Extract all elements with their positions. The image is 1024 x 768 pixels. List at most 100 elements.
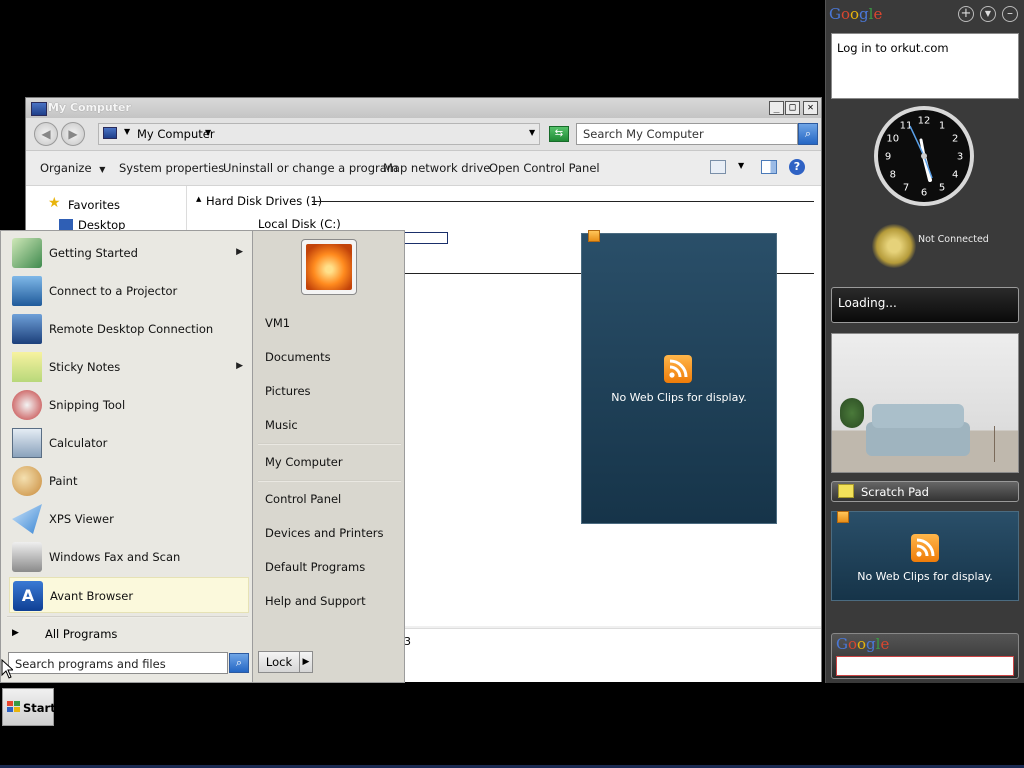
program-avant-browser[interactable]: A Avant Browser [9, 577, 249, 613]
forward-button[interactable]: ▶ [61, 122, 85, 146]
add-gadget-icon[interactable]: + [958, 6, 974, 22]
start-search-placeholder: Search programs and files [15, 657, 166, 671]
places-music[interactable]: Music [265, 418, 298, 432]
nav-favorites[interactable]: Favorites [68, 198, 120, 212]
google-logo-letter: o [840, 5, 851, 23]
program-fax-scan[interactable]: Windows Fax and Scan [9, 539, 249, 575]
address-bar: ◀ ▶ ▼ My Computer ▼ ▼ ⇆ Search My Comput… [26, 118, 821, 151]
chevron-down-icon[interactable]: ▼ [205, 128, 211, 137]
back-button[interactable]: ◀ [34, 122, 58, 146]
start-search-input[interactable]: Search programs and files [8, 652, 228, 674]
places-default-programs[interactable]: Default Programs [265, 560, 365, 574]
program-xps-viewer[interactable]: XPS Viewer [9, 501, 249, 537]
orkut-login-link[interactable]: Log in to orkut.com [837, 41, 949, 55]
web-clips-gadget[interactable]: No Web Clips for display. [581, 230, 777, 524]
local-disk-label[interactable]: Local Disk (C:) [258, 217, 341, 231]
user-avatar[interactable] [301, 239, 357, 295]
address-dropdown-icon[interactable]: ▼ [529, 128, 535, 137]
sidebar-web-clips-gadget[interactable]: No Web Clips for display. [831, 511, 1019, 601]
avant-browser-icon: A [13, 581, 43, 611]
places-pictures[interactable]: Pictures [265, 384, 311, 398]
start-menu-programs-pane: Getting Started ▶ Connect to a Projector… [0, 230, 253, 683]
places-my-computer[interactable]: My Computer [265, 455, 343, 469]
program-getting-started[interactable]: Getting Started ▶ [9, 235, 249, 271]
window-titlebar[interactable]: My Computer _ □ ✕ [26, 98, 821, 118]
xps-viewer-icon [12, 504, 42, 534]
help-icon[interactable]: ? [789, 159, 805, 175]
google-logo-letter: G [829, 5, 841, 23]
clock-number: 2 [952, 134, 958, 145]
program-label: Windows Fax and Scan [49, 550, 181, 564]
places-devices-printers[interactable]: Devices and Printers [265, 526, 384, 540]
flower-picture-icon [306, 244, 352, 290]
photo-gadget[interactable] [831, 333, 1019, 473]
program-label: Snipping Tool [49, 398, 126, 412]
uninstall-program-button[interactable]: Uninstall or change a program [223, 161, 398, 175]
command-bar: Organize ▼ System properties Uninstall o… [26, 151, 821, 186]
preview-pane-icon[interactable] [761, 160, 777, 174]
rss-icon [911, 534, 939, 562]
organize-button[interactable]: Organize ▼ [40, 161, 105, 175]
rss-small-icon [837, 511, 849, 523]
map-network-drive-button[interactable]: Map network drive [383, 161, 490, 175]
system-properties-button[interactable]: System properties [119, 161, 224, 175]
programs-separator [7, 616, 248, 618]
start-menu: Getting Started ▶ Connect to a Projector… [0, 230, 405, 683]
program-label: Getting Started [49, 246, 138, 260]
address-field[interactable]: ▼ My Computer ▼ ▼ [98, 123, 540, 145]
section-divider [312, 201, 814, 202]
view-dropdown-icon[interactable]: ▼ [738, 161, 744, 170]
all-programs-button[interactable]: ▶ All Programs [9, 623, 249, 645]
program-label: Connect to a Projector [49, 284, 178, 298]
program-label: Paint [49, 474, 78, 488]
clock-number: 10 [886, 134, 899, 145]
places-documents[interactable]: Documents [265, 350, 331, 364]
clock-number: 7 [903, 183, 909, 194]
google-logo-letter: G [836, 635, 848, 653]
scratch-pad-gadget[interactable]: Scratch Pad [831, 481, 1019, 502]
program-label: Remote Desktop Connection [49, 322, 214, 336]
minimize-button[interactable]: _ [769, 101, 784, 115]
computer-icon [103, 127, 117, 139]
start-menu-places-pane: VM1 Documents Pictures Music My Computer… [253, 230, 405, 683]
google-logo-letter: o [857, 635, 867, 653]
start-button[interactable]: Start [2, 688, 56, 726]
plant-picture-icon [840, 398, 864, 428]
program-paint[interactable]: Paint [9, 463, 249, 499]
program-calculator[interactable]: Calculator [9, 425, 249, 461]
minimize-sidebar-icon[interactable]: – [1002, 6, 1018, 22]
menu-dropdown-icon[interactable]: ▼ [980, 6, 996, 22]
mouse-cursor-icon [1, 658, 15, 682]
breadcrumb-chevron-icon[interactable]: ▼ [124, 127, 130, 136]
places-control-panel[interactable]: Control Panel [265, 492, 341, 506]
maximize-button[interactable]: □ [785, 101, 800, 115]
shutdown-options-arrow-icon[interactable]: ▶ [299, 651, 313, 673]
open-control-panel-button[interactable]: Open Control Panel [489, 161, 600, 175]
program-label: Calculator [49, 436, 108, 450]
program-connect-projector[interactable]: Connect to a Projector [9, 273, 249, 309]
breadcrumb-my-computer[interactable]: My Computer [137, 127, 215, 141]
orkut-gadget[interactable]: Log in to orkut.com [831, 33, 1019, 99]
search-icon[interactable]: ⌕ [798, 123, 818, 145]
program-snipping-tool[interactable]: Snipping Tool [9, 387, 249, 423]
windows-logo-icon [7, 701, 21, 713]
google-logo-letter: e [880, 635, 890, 653]
google-search-input[interactable] [836, 656, 1014, 676]
clock-number: 12 [918, 116, 931, 127]
desktop-icon [59, 219, 73, 230]
search-input[interactable]: Search My Computer [576, 123, 798, 145]
refresh-icon[interactable]: ⇆ [549, 126, 569, 142]
collapse-icon[interactable]: ▲ [196, 195, 201, 203]
program-remote-desktop[interactable]: Remote Desktop Connection [9, 311, 249, 347]
search-icon[interactable]: ⌕ [229, 653, 249, 673]
computer-icon [31, 102, 47, 116]
details-text: 3 [404, 635, 411, 648]
lock-button[interactable]: Lock [258, 651, 300, 673]
paint-icon [12, 466, 42, 496]
program-sticky-notes[interactable]: Sticky Notes ▶ [9, 349, 249, 385]
view-options-icon[interactable] [710, 160, 726, 174]
places-vm1[interactable]: VM1 [265, 316, 290, 330]
section-header[interactable]: Hard Disk Drives (1) [206, 194, 322, 208]
close-button[interactable]: ✕ [803, 101, 818, 115]
places-help-support[interactable]: Help and Support [265, 594, 366, 608]
